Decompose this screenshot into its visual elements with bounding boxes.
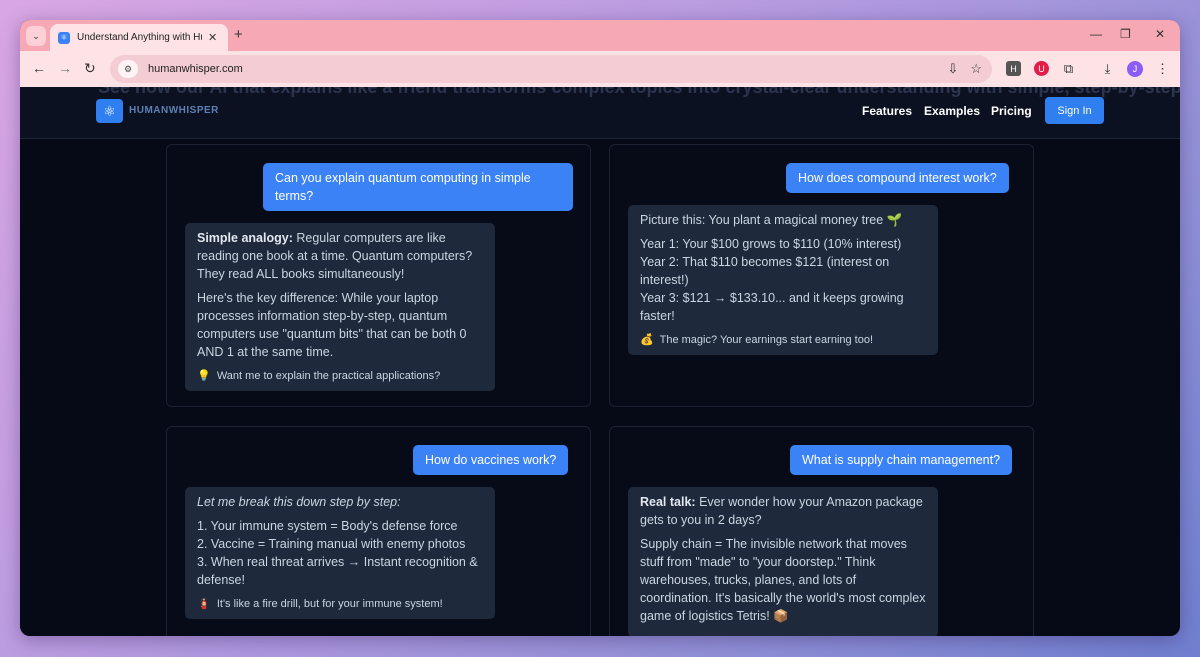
money-bag-icon: 💰	[640, 334, 654, 346]
lightbulb-icon: 💡	[197, 370, 211, 382]
address-bar[interactable]: ⚙ humanwhisper.com ⇩ ☆	[110, 55, 992, 83]
answer-intro: Let me break this down step by step:	[197, 495, 401, 509]
follow-up-text: The magic? Your earnings start earning t…	[659, 334, 874, 346]
ublock-shield-icon[interactable]: U	[1034, 61, 1049, 76]
step-item: 2. Vaccine = Training manual with enemy …	[197, 537, 466, 551]
answer-lead: Real talk:	[640, 495, 696, 509]
extension-h-icon[interactable]: H	[1006, 61, 1021, 76]
example-card-quantum: Can you explain quantum computing in sim…	[166, 144, 591, 407]
tab-strip: ⌄ ⚛ Understand Anything with Hum ✕ + — ❐…	[20, 20, 1180, 51]
back-icon[interactable]: ←	[32, 60, 46, 76]
tab-title: Understand Anything with Hum	[77, 32, 202, 43]
profile-avatar[interactable]: J	[1127, 61, 1143, 77]
extensions-puzzle-icon[interactable]: ⧉	[1061, 61, 1076, 76]
logo-atom-icon[interactable]: ⚛	[96, 99, 123, 123]
answer-bubble: Picture this: You plant a magical money …	[628, 205, 938, 355]
question-bubble: Can you explain quantum computing in sim…	[263, 163, 573, 211]
answer-bubble: Real talk: Ever wonder how your Amazon p…	[628, 487, 938, 636]
question-bubble: How do vaccines work?	[413, 445, 569, 475]
question-bubble: What is supply chain management?	[790, 445, 1013, 475]
site-favicon-icon: ⚛	[58, 31, 70, 44]
minimize-icon[interactable]: —	[1090, 27, 1102, 41]
step-item: 1. Your immune system = Body's defense f…	[197, 519, 458, 533]
hero-heading-scrolled: See how our AI that explains like a frie…	[98, 87, 1180, 97]
page-content: See how our AI that explains like a frie…	[20, 87, 1180, 636]
answer-text: Year 1: Your $100 grows to $110 (10% int…	[640, 237, 902, 251]
example-card-supply-chain: What is supply chain management? Real ta…	[609, 426, 1034, 636]
follow-up-text: Want me to explain the practical applica…	[216, 370, 441, 382]
answer-text: Picture this: You plant a magical money …	[640, 213, 903, 227]
browser-tab[interactable]: ⚛ Understand Anything with Hum ✕	[50, 24, 228, 51]
logo-text[interactable]: HUMANWHISPER	[129, 105, 219, 116]
answer-bubble: Simple analogy: Regular computers are li…	[185, 223, 495, 391]
site-header: See how our AI that explains like a frie…	[20, 87, 1180, 139]
sign-in-button[interactable]: Sign In	[1045, 97, 1104, 124]
url-text: humanwhisper.com	[148, 63, 243, 75]
answer-lead: Simple analogy:	[197, 231, 293, 245]
answer-text: Supply chain = The invisible network tha…	[640, 537, 926, 623]
close-window-icon[interactable]: ✕	[1155, 27, 1165, 41]
downloads-icon[interactable]: ⤓	[1100, 61, 1115, 76]
restore-icon[interactable]: ❐	[1120, 27, 1131, 41]
fire-extinguisher-icon: 🧯	[197, 598, 211, 610]
tab-search-button[interactable]: ⌄	[26, 26, 46, 46]
nav-features[interactable]: Features	[862, 104, 912, 118]
answer-text: Year 2: That $110 becomes $121 (interest…	[640, 255, 890, 287]
forward-icon[interactable]: →	[58, 60, 72, 76]
browser-toolbar: ← → ↻ ⚙ humanwhisper.com ⇩ ☆ H U ⧉ ⤓ J ⋮	[20, 51, 1180, 87]
answer-text: Here's the key difference: While your la…	[197, 291, 467, 359]
menu-kebab-icon[interactable]: ⋮	[1155, 61, 1170, 76]
bookmark-star-icon[interactable]: ☆	[970, 61, 982, 77]
browser-window: ⌄ ⚛ Understand Anything with Hum ✕ + — ❐…	[20, 20, 1180, 636]
nav-examples[interactable]: Examples	[924, 104, 980, 118]
answer-bubble: Let me break this down step by step: 1. …	[185, 487, 495, 619]
follow-up-text: It's like a fire drill, but for your imm…	[216, 598, 443, 610]
site-info-icon[interactable]: ⚙	[118, 60, 138, 78]
question-bubble: How does compound interest work?	[786, 163, 1009, 193]
example-card-interest: How does compound interest work? Picture…	[609, 144, 1034, 407]
install-app-icon[interactable]: ⇩	[947, 61, 958, 77]
nav-pricing[interactable]: Pricing	[991, 104, 1032, 118]
new-tab-button[interactable]: +	[234, 26, 243, 43]
example-card-vaccines: How do vaccines work? Let me break this …	[166, 426, 591, 636]
answer-text: Year 3: $121 → $133.10... and it keeps g…	[640, 291, 904, 323]
step-item: 3. When real threat arrives → Instant re…	[197, 555, 478, 587]
close-tab-icon[interactable]: ✕	[208, 31, 217, 44]
reload-icon[interactable]: ↻	[84, 60, 96, 77]
